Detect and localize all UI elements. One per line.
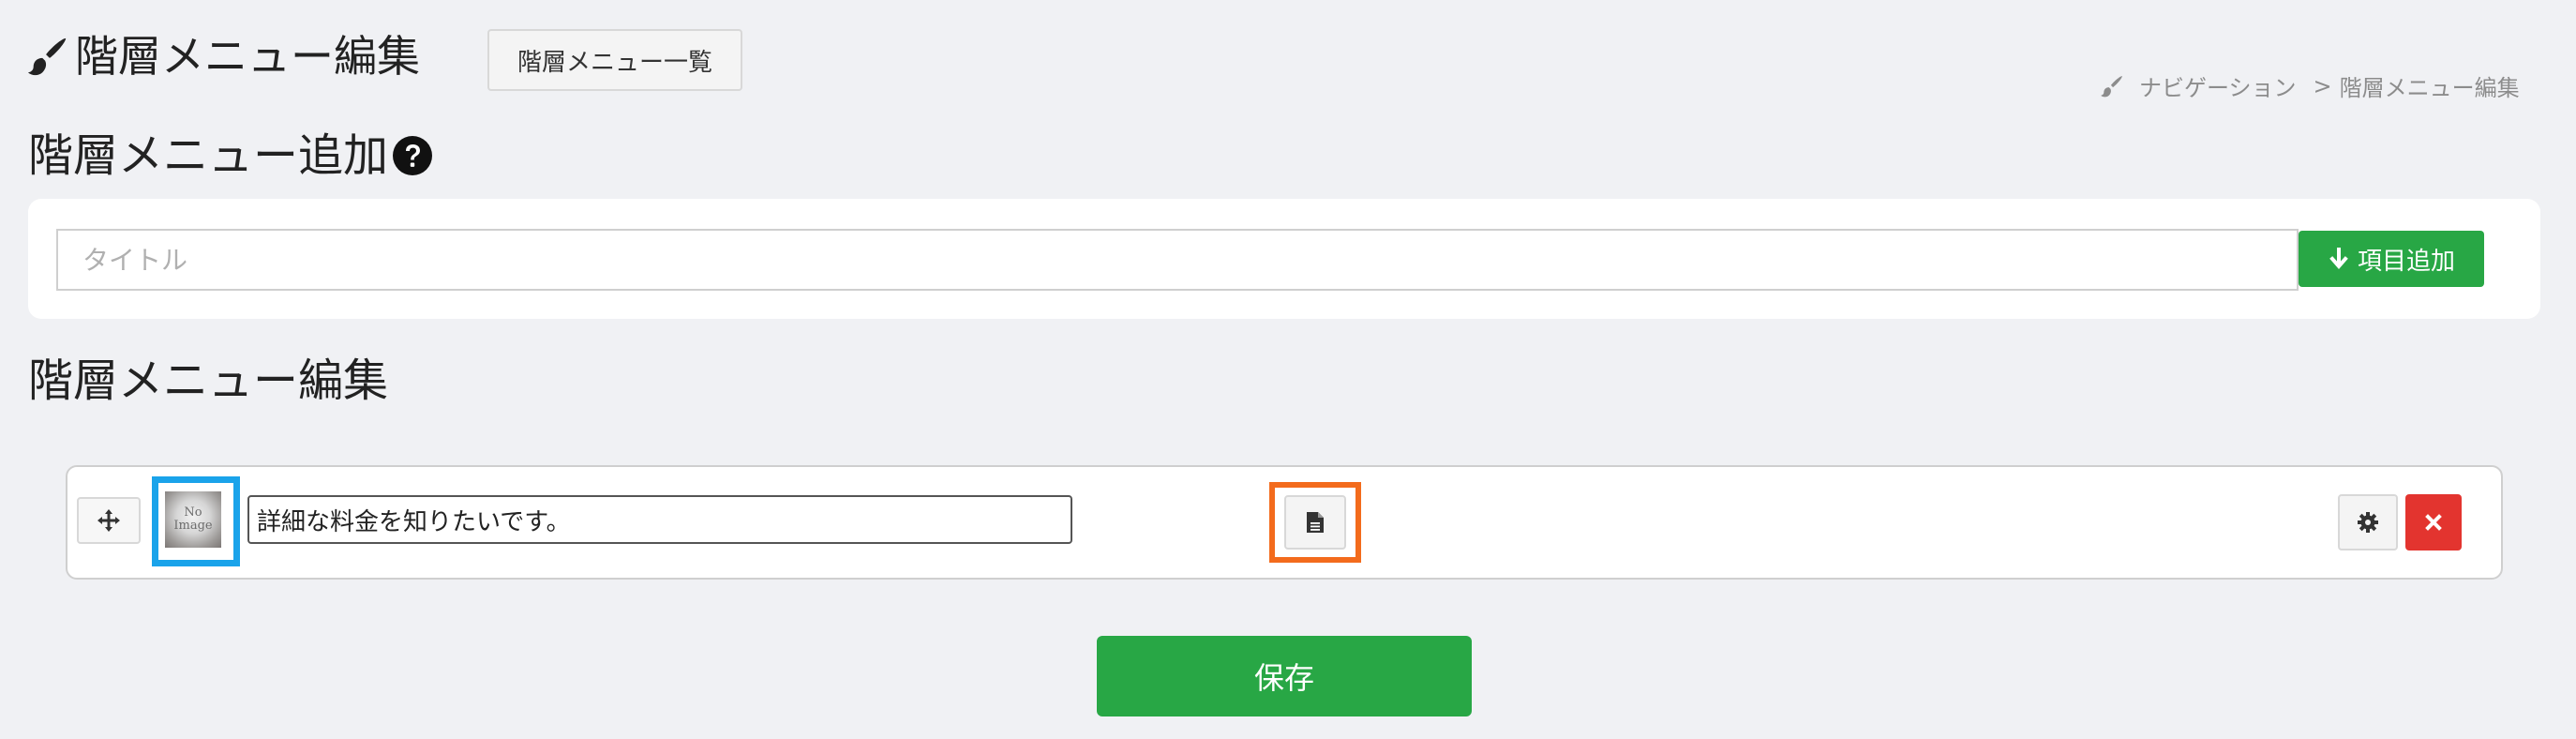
add-section-heading: 階層メニュー追加	[28, 126, 433, 186]
breadcrumb-current: 階層メニュー編集	[2339, 75, 2520, 101]
add-item-button[interactable]: 項目追加	[2299, 231, 2484, 287]
brush-icon	[27, 38, 67, 76]
settings-button[interactable]	[2338, 494, 2398, 550]
question-circle-icon[interactable]	[392, 135, 433, 176]
page-title: 階層メニュー編集	[26, 28, 420, 84]
menu-list-button[interactable]: 階層メニュー一覧	[487, 29, 742, 91]
breadcrumb-separator: >	[2313, 72, 2332, 99]
arrow-down-icon	[2329, 248, 2348, 270]
link-page-button[interactable]	[1284, 495, 1346, 550]
thumbnail-text-line1: No	[184, 505, 202, 520]
breadcrumb-navigation-link[interactable]: ナビゲーション	[2139, 69, 2297, 102]
page-title-text: 階層メニュー編集	[75, 31, 420, 82]
file-icon	[1307, 512, 1324, 533]
delete-button[interactable]	[2405, 494, 2462, 550]
breadcrumb: ナビゲーション > 階層メニュー編集	[2100, 69, 2520, 102]
thumbnail-text-line2: Image	[173, 519, 213, 533]
gear-icon	[2358, 512, 2378, 533]
title-input[interactable]	[56, 229, 2299, 291]
add-item-button-label: 項目追加	[2357, 247, 2455, 276]
add-section-heading-text: 階層メニュー追加	[28, 129, 389, 182]
item-title-input[interactable]	[247, 495, 1072, 544]
drag-handle-button[interactable]	[77, 497, 141, 544]
edit-section-heading: 階層メニュー編集	[28, 354, 389, 407]
item-thumbnail[interactable]: No Image	[165, 491, 221, 548]
close-icon	[2425, 514, 2442, 531]
save-button[interactable]: 保存	[1097, 636, 1472, 716]
brush-icon	[2101, 75, 2122, 97]
move-arrows-icon	[97, 509, 120, 532]
